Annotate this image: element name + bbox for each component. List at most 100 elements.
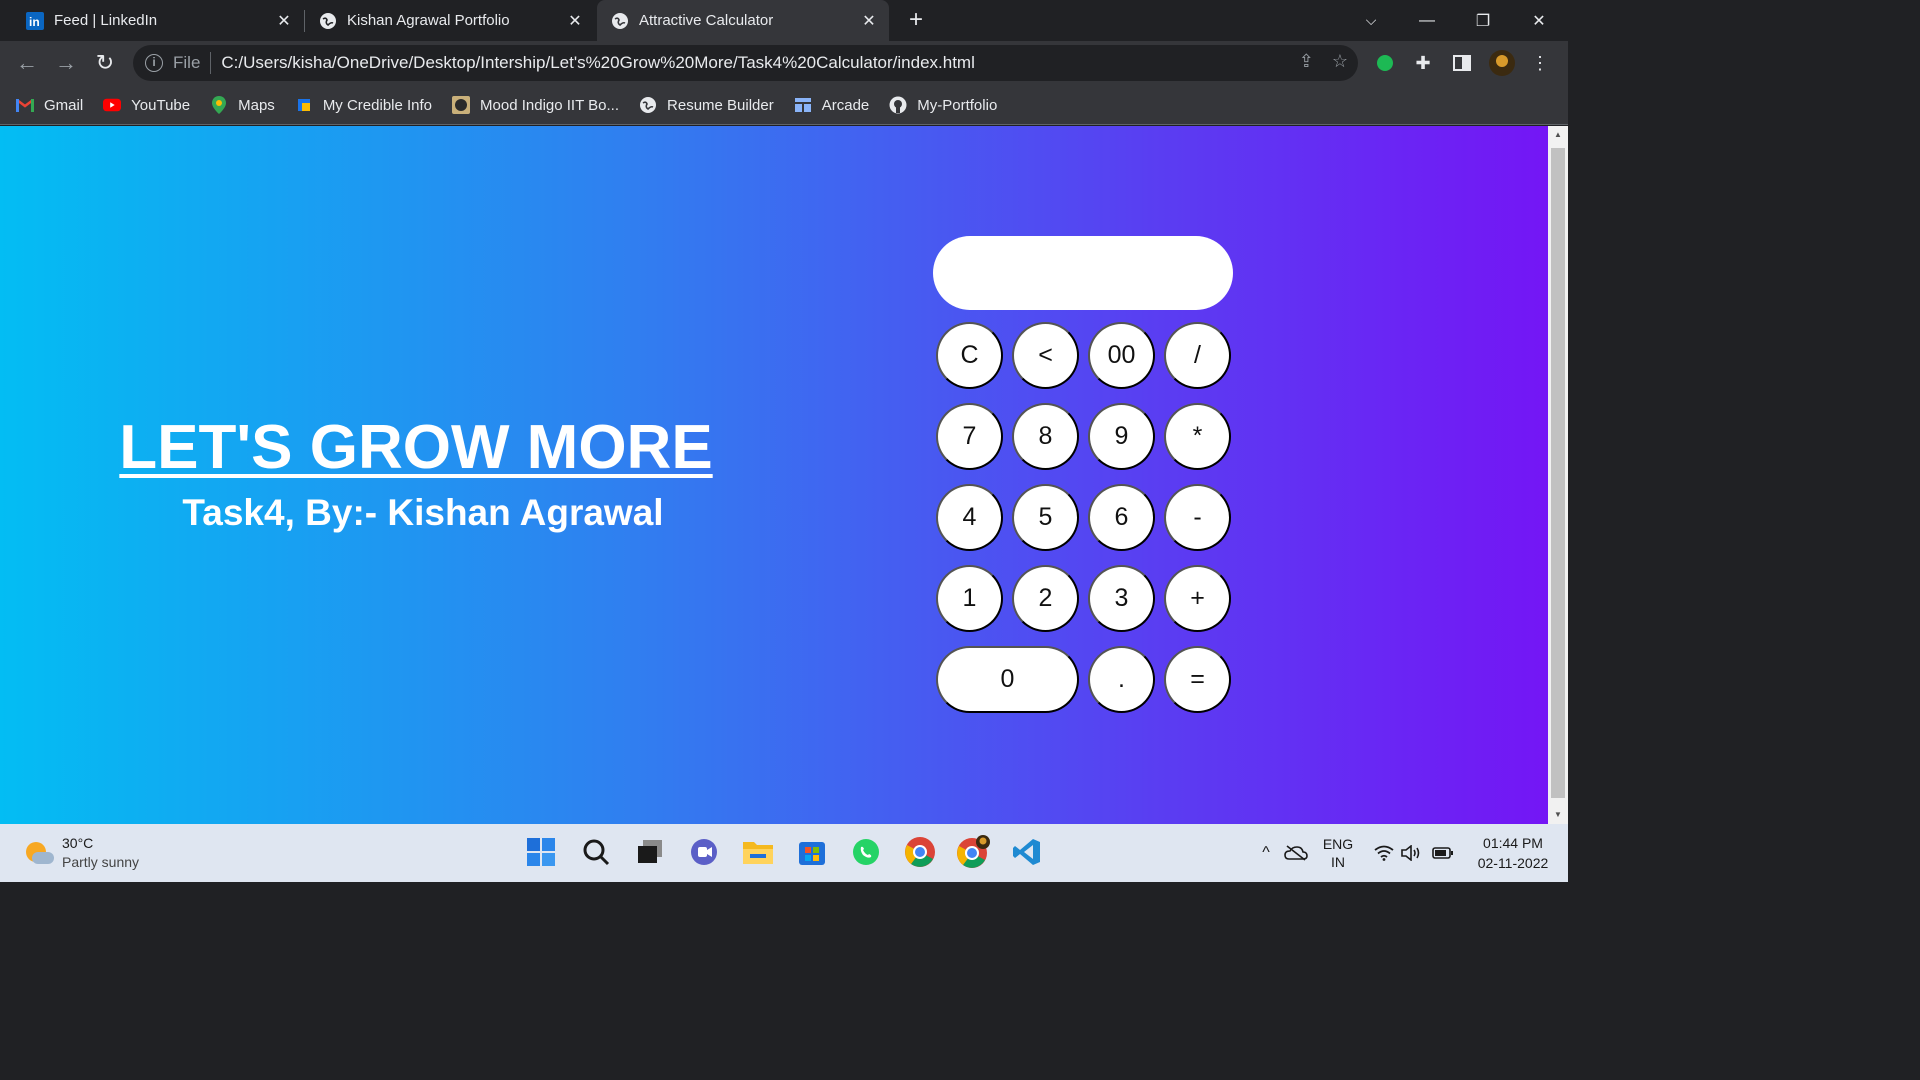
menu-kebab-icon[interactable]: ⋮ <box>1528 49 1552 77</box>
tab-title: Kishan Agrawal Portfolio <box>347 12 510 29</box>
tab-calculator[interactable]: Attractive Calculator ✕ <box>597 0 889 41</box>
globe-icon <box>611 12 629 30</box>
region-code: IN <box>1331 854 1345 870</box>
tab-search-icon[interactable]: ⌵ <box>1344 0 1398 41</box>
key-4[interactable]: 4 <box>936 484 1003 551</box>
omnibox-actions: ⇪ ☆ <box>1299 51 1348 72</box>
system-clock[interactable]: 01:44 PM 02-11-2022 <box>1468 833 1558 873</box>
calculator-display[interactable] <box>933 236 1233 310</box>
minimize-button[interactable]: — <box>1400 0 1454 41</box>
key-7[interactable]: 7 <box>936 403 1003 470</box>
address-bar[interactable]: i File C:/Users/kisha/OneDrive/Desktop/I… <box>133 45 1358 81</box>
wifi-icon[interactable] <box>1372 824 1396 882</box>
bookmark-maps[interactable]: Maps <box>210 96 275 114</box>
forward-button[interactable]: → <box>51 48 81 78</box>
svg-text:in: in <box>29 15 40 29</box>
tab-linkedin[interactable]: in Feed | LinkedIn ✕ <box>12 0 304 41</box>
task-view-icon[interactable] <box>632 834 668 870</box>
extension-green-icon[interactable] <box>1372 49 1398 77</box>
volume-icon[interactable] <box>1400 824 1424 882</box>
vscode-icon[interactable] <box>1009 834 1045 870</box>
key-double-zero[interactable]: 00 <box>1088 322 1155 389</box>
key-plus[interactable]: + <box>1164 565 1231 632</box>
key-minus[interactable]: - <box>1164 484 1231 551</box>
bookmark-arcade[interactable]: Arcade <box>794 96 870 114</box>
bookmark-gmail[interactable]: Gmail <box>16 96 83 114</box>
language-indicator[interactable]: ENG IN <box>1318 824 1358 882</box>
side-panel-icon[interactable] <box>1449 49 1475 77</box>
key-9[interactable]: 9 <box>1088 403 1155 470</box>
scroll-up-arrow-icon[interactable]: ▲ <box>1548 130 1568 139</box>
windows-taskbar: 30°C Partly sunny ^ ENG IN 01:44 PM 02-1… <box>0 824 1568 882</box>
reload-button[interactable]: ↻ <box>90 48 120 78</box>
weather-condition: Partly sunny <box>62 854 140 870</box>
info-icon[interactable]: i <box>145 54 163 72</box>
new-tab-button[interactable]: + <box>902 6 930 34</box>
url-text[interactable]: C:/Users/kisha/OneDrive/Desktop/Intershi… <box>221 53 974 73</box>
key-equals[interactable]: = <box>1164 646 1231 713</box>
key-0[interactable]: 0 <box>936 646 1079 713</box>
bookmark-label: Mood Indigo IIT Bo... <box>480 96 620 114</box>
weather-temp: 30°C <box>62 835 94 851</box>
restore-button[interactable]: ❐ <box>1456 0 1510 41</box>
close-tab-icon[interactable]: ✕ <box>272 11 296 31</box>
share-icon[interactable]: ⇪ <box>1299 51 1314 72</box>
file-explorer-icon[interactable] <box>740 834 776 870</box>
bookmark-label: Arcade <box>821 96 870 114</box>
tab-strip: in Feed | LinkedIn ✕ Kishan Agrawal Port… <box>0 0 1568 41</box>
back-button[interactable]: ← <box>12 48 42 78</box>
scroll-down-arrow-icon[interactable]: ▼ <box>1548 810 1568 819</box>
page-subtitle: Task4, By:- Kishan Agrawal <box>182 492 664 533</box>
onedrive-icon[interactable] <box>1282 824 1310 882</box>
key-divide[interactable]: / <box>1164 322 1231 389</box>
key-backspace[interactable]: < <box>1012 322 1079 389</box>
vertical-scrollbar[interactable]: ▲ ▼ <box>1548 126 1568 824</box>
tab-portfolio[interactable]: Kishan Agrawal Portfolio ✕ <box>305 0 595 41</box>
key-5[interactable]: 5 <box>1012 484 1079 551</box>
key-multiply[interactable]: * <box>1164 403 1231 470</box>
search-icon[interactable] <box>578 834 614 870</box>
bookmark-label: Maps <box>238 96 275 114</box>
key-6[interactable]: 6 <box>1088 484 1155 551</box>
page-title: LET'S GROW MORE <box>119 413 713 482</box>
globe-icon <box>639 96 657 114</box>
close-tab-icon[interactable]: ✕ <box>563 11 587 31</box>
profile-avatar[interactable] <box>1488 49 1516 77</box>
bookmark-label: My-Portfolio <box>917 96 998 114</box>
divider <box>210 52 212 74</box>
key-clear[interactable]: C <box>936 322 1003 389</box>
chevron-up-icon[interactable]: ^ <box>1254 824 1278 882</box>
chrome-icon[interactable] <box>902 834 938 870</box>
weather-widget[interactable]: 30°C Partly sunny <box>24 834 139 872</box>
bookmark-resume-builder[interactable]: Resume Builder <box>639 96 774 114</box>
clock-date: 02-11-2022 <box>1477 855 1549 871</box>
windows-start-icon[interactable] <box>523 834 559 870</box>
linkedin-icon: in <box>26 11 44 30</box>
scrollbar-thumb[interactable] <box>1551 148 1565 798</box>
bookmark-youtube[interactable]: YouTube <box>103 96 190 114</box>
close-tab-icon[interactable]: ✕ <box>857 11 881 31</box>
key-1[interactable]: 1 <box>936 565 1003 632</box>
teams-chat-icon[interactable] <box>686 834 722 870</box>
bookmark-my-portfolio[interactable]: My-Portfolio <box>889 96 997 114</box>
maps-icon <box>210 96 228 114</box>
key-3[interactable]: 3 <box>1088 565 1155 632</box>
microsoft-store-icon[interactable] <box>794 834 830 870</box>
close-window-button[interactable]: ✕ <box>1512 0 1566 41</box>
bookmark-credible[interactable]: My Credible Info <box>295 96 432 114</box>
battery-icon[interactable] <box>1430 824 1456 882</box>
youtube-icon <box>103 96 122 114</box>
whatsapp-icon[interactable] <box>848 834 884 870</box>
bookmark-label: Gmail <box>44 96 84 114</box>
page-viewport: LET'S GROW MORE Task4, By:- Kishan Agraw… <box>0 126 1548 824</box>
chrome-profile-icon[interactable] <box>955 834 991 870</box>
key-8[interactable]: 8 <box>1012 403 1079 470</box>
key-2[interactable]: 2 <box>1012 565 1079 632</box>
bookmark-star-icon[interactable]: ☆ <box>1332 51 1348 72</box>
arcade-icon <box>794 96 812 114</box>
tab-title: Attractive Calculator <box>639 12 774 29</box>
extensions-puzzle-icon[interactable]: ✚ <box>1410 49 1436 77</box>
key-decimal[interactable]: . <box>1088 646 1155 713</box>
credible-icon <box>295 96 313 114</box>
bookmark-mood-indigo[interactable]: Mood Indigo IIT Bo... <box>452 96 619 114</box>
